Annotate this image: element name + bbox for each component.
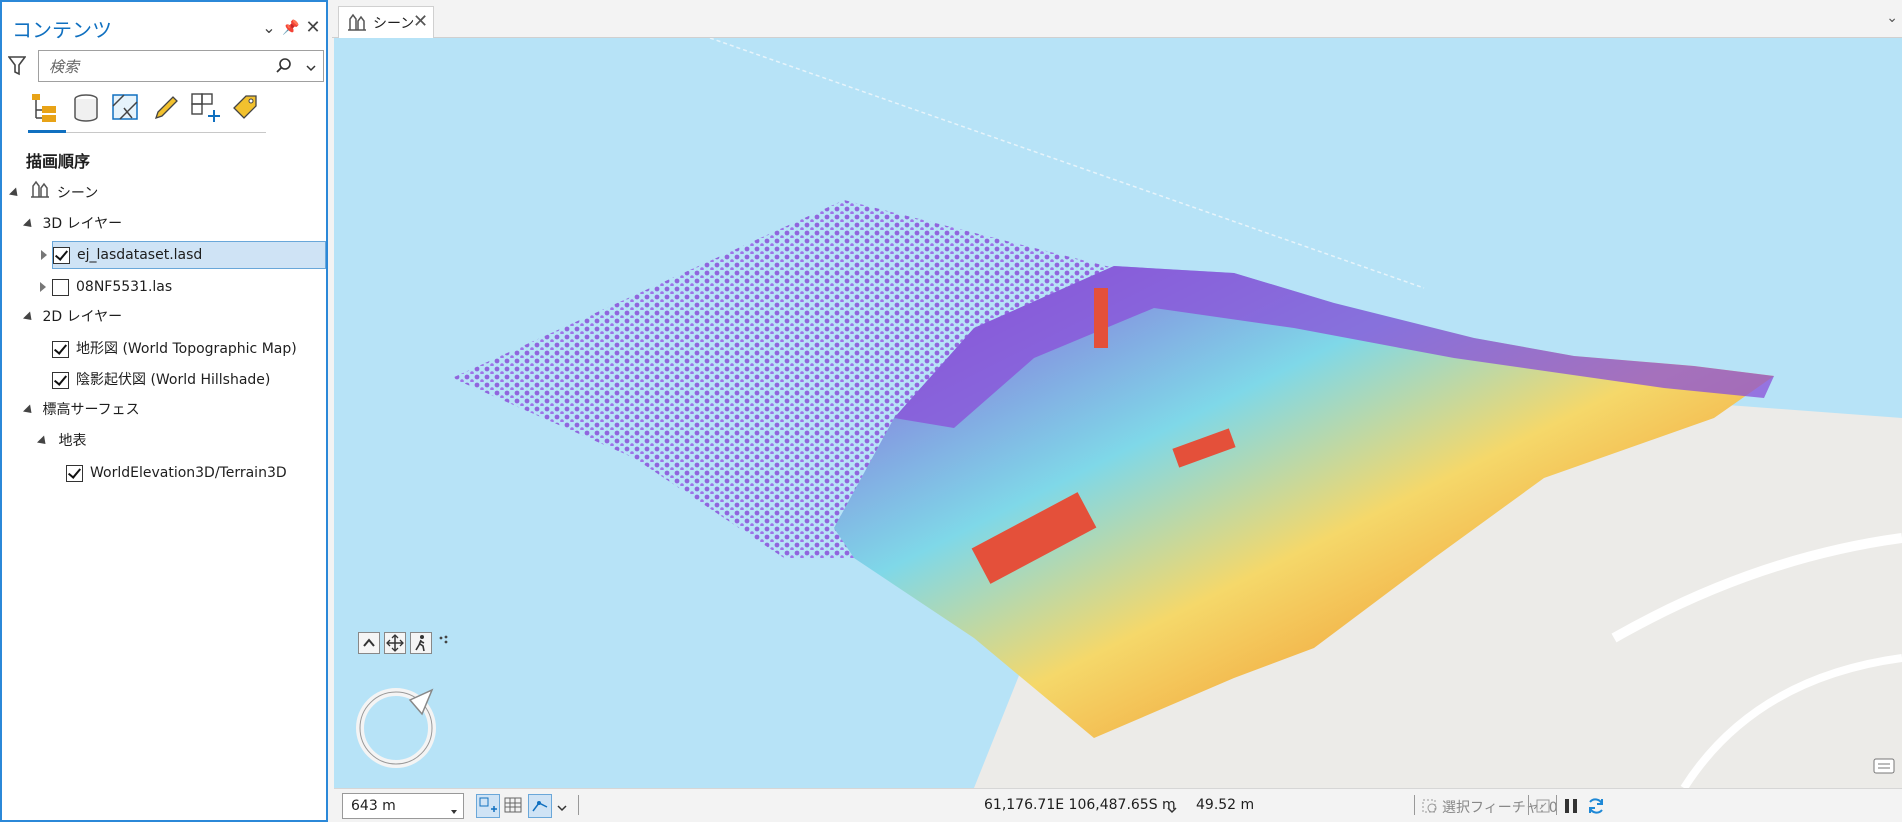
more-dots-icon[interactable] (438, 632, 450, 651)
search-icon[interactable] (275, 57, 293, 79)
pan-icon[interactable] (384, 632, 406, 654)
search-input[interactable] (47, 56, 267, 78)
contents-pane-header: コンテンツ ⌄ 📌 ✕ (2, 2, 326, 54)
layer-visibility-checkbox[interactable] (52, 279, 69, 296)
scale-combobox[interactable]: 643 m (342, 793, 464, 819)
scene-view[interactable] (334, 38, 1902, 788)
layer-visibility-checkbox[interactable] (52, 372, 69, 389)
scene-icon (30, 180, 52, 207)
tree-item-label: WorldElevation3D/Terrain3D (90, 465, 287, 481)
walk-icon[interactable] (410, 632, 432, 654)
search-row (7, 50, 324, 84)
contents-pane: コンテンツ ⌄ 📌 ✕ 検索 描画順序 シーン 3D レイヤー ej_lasda… (0, 0, 328, 822)
divider (1414, 795, 1415, 815)
attribution-icon[interactable] (1872, 756, 1896, 780)
collapse-triangle-icon[interactable] (22, 310, 36, 324)
tree-item-label: 陰影起伏図 (World Hillshade) (76, 372, 271, 388)
close-pane-icon[interactable]: ✕ (302, 16, 324, 40)
tree-group-3d-layers[interactable]: 3D レイヤー (22, 211, 123, 237)
tree-item-label: 標高サーフェス (42, 402, 140, 418)
navigator-compass[interactable] (354, 674, 450, 774)
divider (1528, 795, 1529, 815)
drawing-order-icon[interactable] (28, 90, 64, 126)
tree-item-label: 2D レイヤー (42, 309, 123, 325)
tree-item-scene[interactable]: シーン (8, 180, 99, 207)
divider (578, 795, 579, 815)
selected-features-icon (1420, 797, 1440, 819)
collapse-triangle-icon[interactable] (22, 217, 36, 231)
active-tab-indicator (28, 130, 66, 133)
tree-item-label: ej_lasdataset.lasd (77, 247, 203, 263)
snapping-toggle-icon[interactable] (528, 794, 552, 818)
grid-icon[interactable] (502, 794, 526, 818)
layer-visibility-checkbox[interactable] (52, 341, 69, 358)
chevron-down-icon[interactable] (556, 799, 568, 818)
data-source-icon[interactable] (68, 90, 104, 126)
tree-item-label: シーン (56, 185, 99, 202)
tree-item-08nf5531-las[interactable]: 08NF5531.las (40, 274, 322, 300)
tree-item-ej-lasdataset[interactable]: ej_lasdataset.lasd (41, 241, 326, 269)
status-bar: 643 m 61,176.71E 106,487.65S m 49.52 m 選… (334, 788, 1902, 822)
chevron-down-icon[interactable] (449, 802, 459, 821)
refresh-icon[interactable] (1586, 796, 1606, 820)
editing-icon[interactable] (148, 90, 184, 126)
tree-item-label: 3D レイヤー (42, 216, 123, 232)
layer-visibility-checkbox[interactable] (66, 465, 83, 482)
elevation-readout: 49.52 m (1196, 797, 1255, 813)
search-box (38, 50, 324, 82)
tree-item-label: 地形図 (World Topographic Map) (76, 341, 297, 357)
snapping-icon[interactable] (188, 90, 224, 126)
coordinates-readout: 61,176.71E 106,487.65S m (984, 797, 1176, 813)
scale-value: 643 m (351, 798, 396, 814)
refresh-disabled-icon[interactable] (1534, 797, 1552, 819)
scene-icon (347, 13, 367, 35)
drawing-order-heading: 描画順序 (26, 152, 91, 171)
building (1094, 288, 1108, 348)
pane-title: コンテンツ (12, 18, 112, 42)
tree-group-elevation-surfaces[interactable]: 標高サーフェス (22, 397, 140, 423)
labeling-icon[interactable] (228, 90, 264, 126)
expand-triangle-icon[interactable] (40, 282, 46, 292)
chevron-down-icon[interactable]: ⌄ (1886, 10, 1898, 26)
tree-item-label: 08NF5531.las (76, 279, 173, 295)
expand-triangle-icon[interactable] (41, 250, 47, 260)
collapse-triangle-icon[interactable] (36, 434, 50, 448)
tree-group-2d-layers[interactable]: 2D レイヤー (22, 304, 123, 330)
contents-toolbar (28, 90, 268, 134)
view-tab-strip: シーン ✕ ⌄ (332, 0, 1902, 38)
divider (1556, 795, 1557, 815)
pause-drawing-icon[interactable] (1562, 797, 1580, 819)
fixed-zoom-icon[interactable] (476, 794, 500, 818)
collapse-triangle-icon[interactable] (8, 187, 22, 200)
tree-item-label: 地表 (58, 433, 87, 449)
tree-item-ground[interactable]: 地表 (36, 428, 87, 454)
tab-scene[interactable]: シーン ✕ (338, 6, 434, 38)
layer-visibility-checkbox[interactable] (53, 247, 70, 264)
tree-item-terrain3d[interactable]: WorldElevation3D/Terrain3D (66, 460, 322, 486)
scene-canvas (452, 38, 1902, 788)
tree-item-topographic-map[interactable]: 地形図 (World Topographic Map) (52, 336, 322, 362)
tab-label: シーン (373, 16, 415, 32)
chevron-down-icon[interactable] (305, 59, 317, 78)
selection-icon[interactable] (108, 90, 144, 126)
close-tab-icon[interactable]: ✕ (413, 11, 428, 32)
tree-item-hillshade[interactable]: 陰影起伏図 (World Hillshade) (52, 367, 322, 393)
chevron-down-icon[interactable] (1166, 801, 1178, 820)
chevron-up-icon[interactable] (358, 632, 380, 654)
pin-icon[interactable]: 📌 (280, 16, 302, 40)
pane-options-chevron-icon[interactable]: ⌄ (258, 16, 280, 40)
collapse-triangle-icon[interactable] (22, 403, 36, 417)
filter-icon[interactable] (7, 56, 27, 80)
